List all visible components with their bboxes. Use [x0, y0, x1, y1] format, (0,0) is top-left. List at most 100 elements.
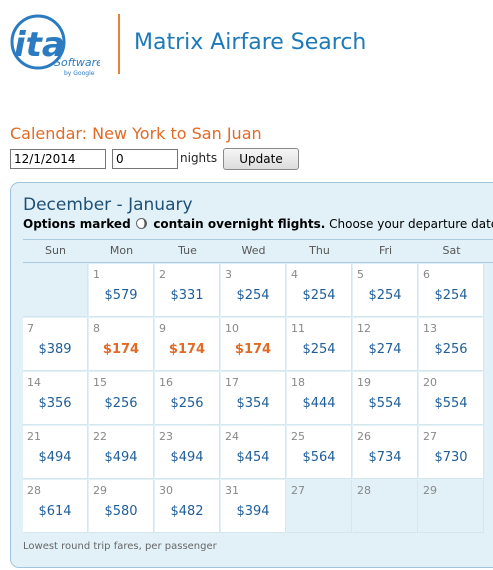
logo-byline: by Google: [64, 70, 95, 77]
calendar-weeks: 1 $579 2 $331 3 $254 4 $254 5 $254 6 $254 7 $389 8 $174…: [23, 263, 493, 533]
day-price-link[interactable]: $494: [89, 450, 153, 465]
day-price-link[interactable]: $394: [221, 504, 285, 519]
calendar-day-cell[interactable]: 9 $174: [155, 318, 220, 371]
day-price-link[interactable]: $254: [287, 342, 351, 357]
dow-mon: Mon: [109, 244, 134, 257]
day-price-link[interactable]: $256: [89, 396, 153, 411]
dow-sat: Sat: [442, 244, 461, 257]
calendar-day-cell[interactable]: 7 $389: [23, 318, 88, 371]
day-price-link[interactable]: $579: [89, 288, 153, 303]
day-price-link[interactable]: $274: [353, 342, 417, 357]
update-button[interactable]: Update: [223, 148, 299, 170]
day-number: 20: [423, 376, 437, 389]
calendar-day-cell[interactable]: 20 $554: [419, 372, 484, 425]
calendar-day-cell[interactable]: 25 $564: [287, 426, 352, 479]
day-number: 1: [93, 268, 100, 281]
calendar-title: December - January: [23, 195, 193, 215]
day-number: 17: [225, 376, 239, 389]
calendar-day-cell[interactable]: 24 $454: [221, 426, 286, 479]
calendar-day-cell[interactable]: 12 $274: [353, 318, 418, 371]
calendar-day-empty: [23, 264, 88, 317]
calendar-day-cell[interactable]: 23 $494: [155, 426, 220, 479]
day-price-link[interactable]: $482: [155, 504, 219, 519]
day-price-link[interactable]: $254: [353, 288, 417, 303]
day-number: 30: [159, 484, 173, 497]
calendar-day-unavailable: 29: [419, 480, 484, 533]
calendar-day-cell[interactable]: 21 $494: [23, 426, 88, 479]
departure-date-input[interactable]: [10, 149, 106, 169]
calendar-day-cell[interactable]: 17 $354: [221, 372, 286, 425]
day-price-link[interactable]: $554: [419, 396, 483, 411]
day-price-link[interactable]: $356: [23, 396, 87, 411]
day-price-link[interactable]: $389: [23, 342, 87, 357]
calendar-day-cell[interactable]: 8 $174: [89, 318, 154, 371]
calendar-day-cell[interactable]: 13 $256: [419, 318, 484, 371]
note-suffix: contain overnight flights.: [153, 217, 326, 231]
day-price-link[interactable]: $454: [221, 450, 285, 465]
day-number: 26: [357, 430, 371, 443]
day-number: 12: [357, 322, 371, 335]
calendar-week: 14 $356 15 $256 16 $256 17 $354 18 $444 19 $554 20 $5…: [23, 371, 493, 425]
day-price-link[interactable]: $494: [155, 450, 219, 465]
fare-footnote: Lowest round trip fares, per passenger: [23, 541, 217, 552]
day-number: 14: [27, 376, 41, 389]
moon-icon: [136, 218, 148, 229]
day-price-link[interactable]: $614: [23, 504, 87, 519]
day-number: 7: [27, 322, 34, 335]
calendar-day-cell[interactable]: 31 $394: [221, 480, 286, 533]
day-number: 16: [159, 376, 173, 389]
day-price-link[interactable]: $254: [419, 288, 483, 303]
nights-input[interactable]: [112, 149, 178, 169]
day-number: 25: [291, 430, 305, 443]
dow-fri: Fri: [378, 244, 393, 257]
day-price-link[interactable]: $354: [221, 396, 285, 411]
calendar-day-cell[interactable]: 29 $580: [89, 480, 154, 533]
calendar-day-cell[interactable]: 16 $256: [155, 372, 220, 425]
day-number: 21: [27, 430, 41, 443]
calendar-day-cell[interactable]: 15 $256: [89, 372, 154, 425]
day-price-link[interactable]: $174: [155, 342, 219, 357]
calendar-day-cell[interactable]: 1 $579: [89, 264, 154, 317]
calendar-day-cell[interactable]: 10 $174: [221, 318, 286, 371]
calendar-panel: December - January Options marked contai…: [10, 182, 493, 568]
calendar-day-cell[interactable]: 27 $730: [419, 426, 484, 479]
calendar-day-cell[interactable]: 5 $254: [353, 264, 418, 317]
calendar-day-cell[interactable]: 3 $254: [221, 264, 286, 317]
day-price-link[interactable]: $256: [419, 342, 483, 357]
calendar-day-cell[interactable]: 11 $254: [287, 318, 352, 371]
calendar-day-cell[interactable]: 28 $614: [23, 480, 88, 533]
calendar-day-cell[interactable]: 22 $494: [89, 426, 154, 479]
day-price-link[interactable]: $730: [419, 450, 483, 465]
day-price-link[interactable]: $254: [221, 288, 285, 303]
day-price-link[interactable]: $734: [353, 450, 417, 465]
calendar-day-cell[interactable]: 26 $734: [353, 426, 418, 479]
day-price-link[interactable]: $331: [155, 288, 219, 303]
note-prefix: Options marked: [23, 217, 131, 231]
calendar-week: 1 $579 2 $331 3 $254 4 $254 5 $254 6 $254: [23, 263, 493, 317]
day-price-link[interactable]: $254: [287, 288, 351, 303]
dow-sun: Sun: [45, 244, 66, 257]
day-price-link[interactable]: $256: [155, 396, 219, 411]
day-price-link[interactable]: $564: [287, 450, 351, 465]
day-number: 19: [357, 376, 371, 389]
day-number: 10: [225, 322, 239, 335]
day-number: 2: [159, 268, 166, 281]
day-price-link[interactable]: $554: [353, 396, 417, 411]
day-price-link[interactable]: $174: [89, 342, 153, 357]
day-price-link[interactable]: $580: [89, 504, 153, 519]
calendar-day-unavailable: 27: [287, 480, 352, 533]
day-price-link[interactable]: $174: [221, 342, 285, 357]
day-price-link[interactable]: $444: [287, 396, 351, 411]
day-number: 27: [291, 484, 305, 497]
calendar-heading: Calendar: New York to San Juan: [10, 124, 262, 143]
day-number: 22: [93, 430, 107, 443]
calendar-day-cell[interactable]: 30 $482: [155, 480, 220, 533]
calendar-day-cell[interactable]: 6 $254: [419, 264, 484, 317]
header-divider: [118, 14, 120, 74]
calendar-day-cell[interactable]: 4 $254: [287, 264, 352, 317]
calendar-day-cell[interactable]: 2 $331: [155, 264, 220, 317]
calendar-day-cell[interactable]: 14 $356: [23, 372, 88, 425]
calendar-day-cell[interactable]: 18 $444: [287, 372, 352, 425]
calendar-day-cell[interactable]: 19 $554: [353, 372, 418, 425]
day-price-link[interactable]: $494: [23, 450, 87, 465]
